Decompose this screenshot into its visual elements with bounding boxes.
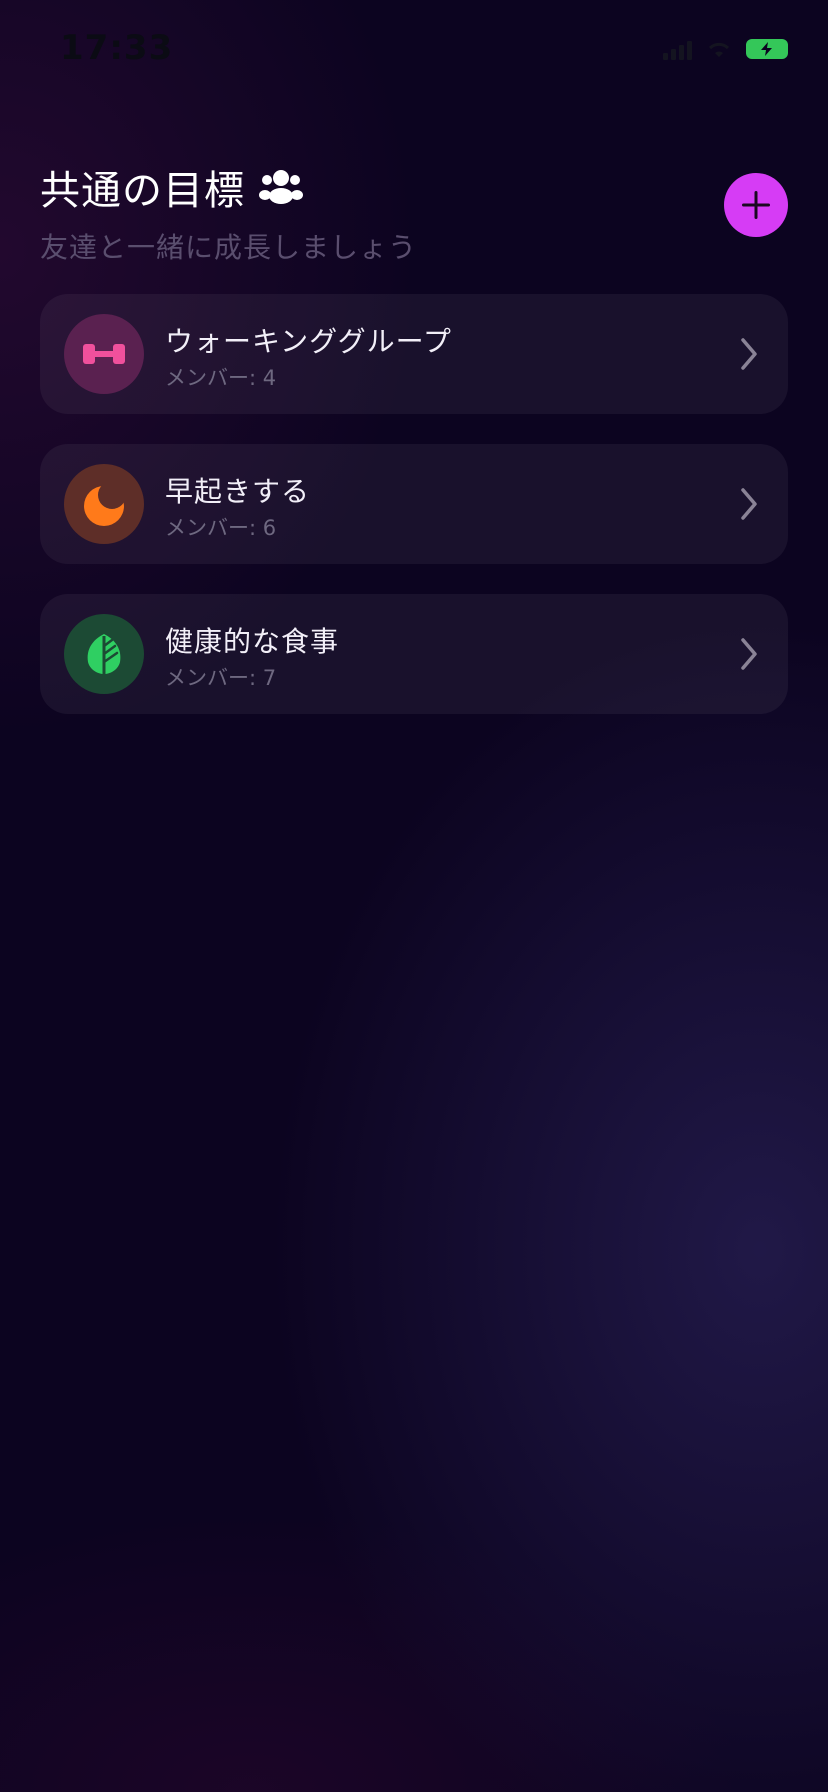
goal-name: 健康的な食事 bbox=[165, 625, 340, 658]
dumbbell-icon bbox=[83, 344, 125, 364]
plus-icon bbox=[742, 191, 770, 219]
goal-card[interactable]: 健康的な食事 メンバー: 7 bbox=[40, 594, 788, 714]
header: 共通の目標 友達と一緒に成長しましょう bbox=[40, 158, 788, 264]
chevron-right-icon bbox=[741, 638, 757, 670]
page-title: 共通の目標 bbox=[40, 168, 245, 214]
goal-card[interactable]: 早起きする メンバー: 6 bbox=[40, 444, 788, 564]
goal-card[interactable]: ウォーキンググループ メンバー: 4 bbox=[40, 294, 788, 414]
leaf-icon bbox=[87, 634, 121, 674]
goal-icon-background bbox=[64, 464, 144, 544]
group-icon bbox=[259, 170, 303, 204]
goal-members-count: メンバー: 4 bbox=[165, 366, 277, 390]
moon-icon bbox=[84, 486, 124, 526]
goal-name: 早起きする bbox=[165, 475, 311, 508]
status-bar: 17:33 bbox=[0, 0, 828, 100]
add-goal-button[interactable] bbox=[724, 173, 788, 237]
signal-icon bbox=[663, 38, 692, 60]
status-time: 17:33 bbox=[60, 28, 174, 68]
goal-list: ウォーキンググループ メンバー: 4 早起きする メンバー: 6 健康的な食事 … bbox=[40, 294, 788, 744]
goal-members-count: メンバー: 6 bbox=[165, 516, 277, 540]
wifi-icon bbox=[708, 42, 730, 57]
page-subtitle: 友達と一緒に成長しましょう bbox=[40, 231, 418, 264]
chevron-right-icon bbox=[741, 488, 757, 520]
goal-members-count: メンバー: 7 bbox=[165, 666, 277, 690]
goal-icon-background bbox=[64, 314, 144, 394]
goal-icon-background bbox=[64, 614, 144, 694]
chevron-right-icon bbox=[741, 338, 757, 370]
title-row: 共通の目標 bbox=[40, 158, 788, 216]
goal-name: ウォーキンググループ bbox=[165, 325, 452, 358]
status-icons bbox=[663, 38, 788, 60]
battery-icon bbox=[746, 39, 788, 59]
